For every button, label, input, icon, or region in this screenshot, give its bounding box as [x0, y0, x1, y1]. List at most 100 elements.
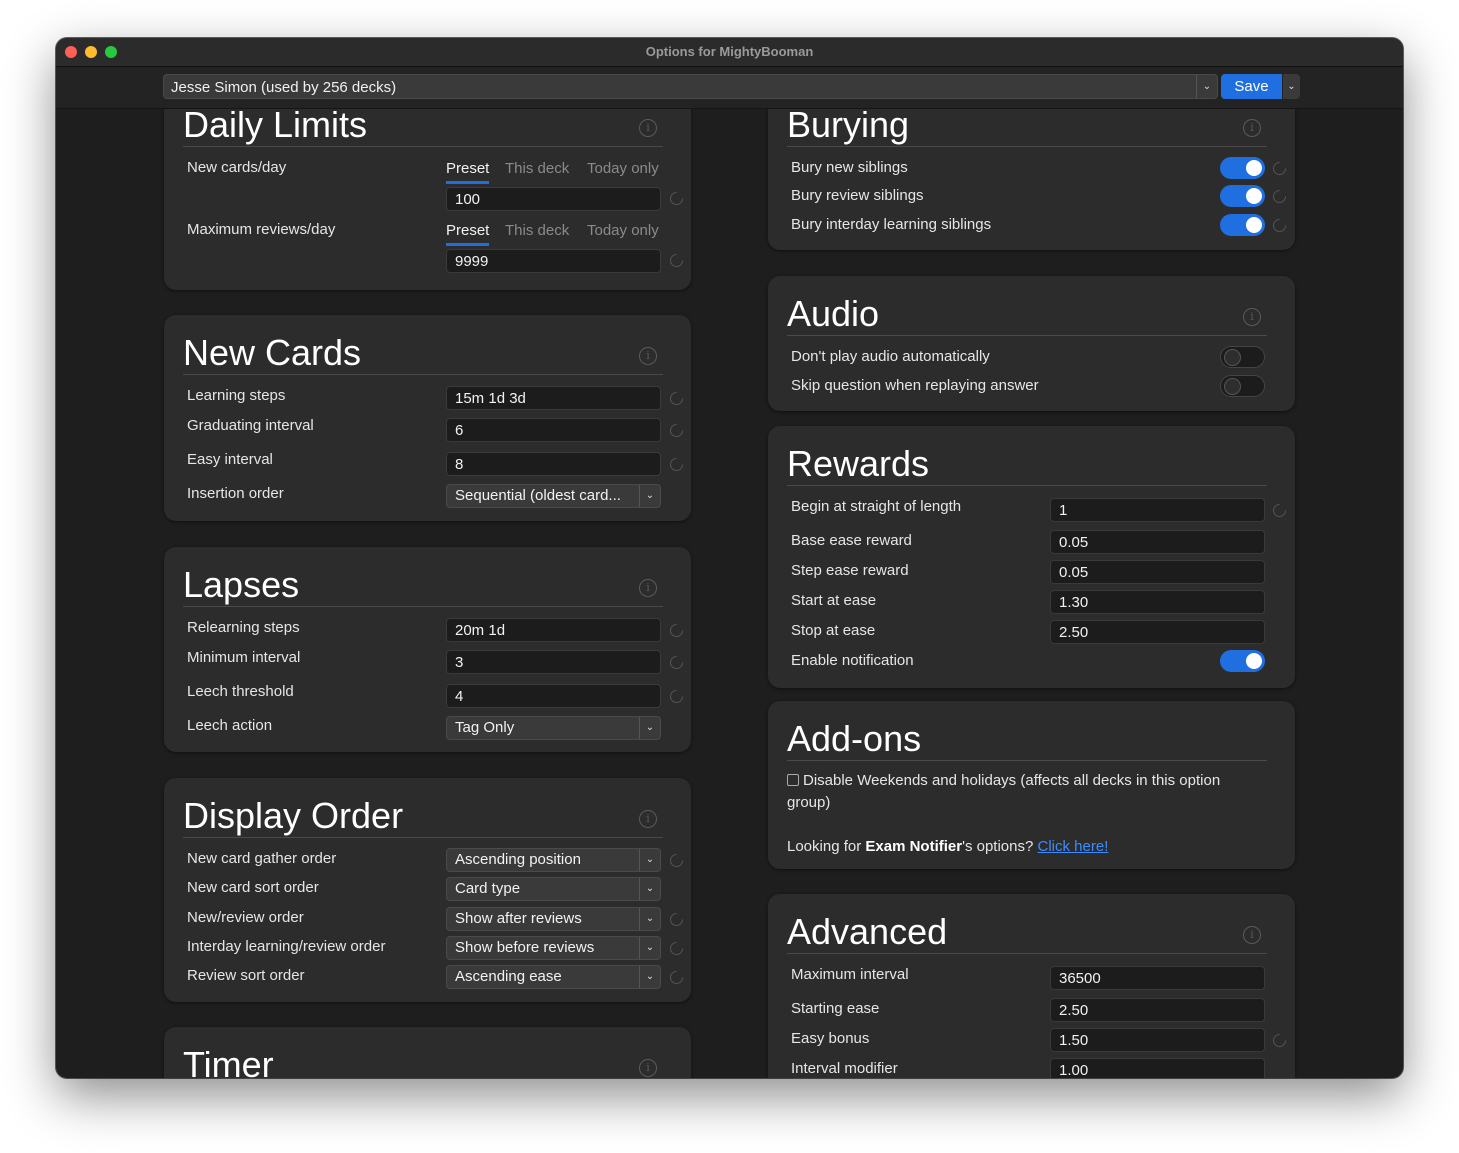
save-button[interactable]: Save [1221, 74, 1282, 99]
info-icon[interactable]: i [1243, 308, 1261, 326]
leech-action-select[interactable]: Tag Only ⌄ [446, 716, 661, 740]
graduating-interval-input[interactable]: 6 [446, 418, 661, 442]
leech-action-label: Leech action [187, 717, 273, 734]
lapses-section: Lapses i Relearning steps 20m 1d Minimum… [164, 547, 691, 752]
reset-icon[interactable] [667, 687, 686, 706]
reset-icon[interactable] [667, 189, 686, 208]
straight-length-input[interactable]: 1 [1050, 498, 1265, 522]
bury-interday-siblings-toggle[interactable] [1220, 214, 1265, 236]
new-review-order-select[interactable]: Show after reviews ⌄ [446, 907, 661, 931]
reset-icon[interactable] [667, 939, 686, 958]
preset-select-value: Jesse Simon (used by 256 decks) [171, 79, 397, 96]
max-reviews-day-label: Maximum reviews/day [187, 221, 336, 238]
reset-icon[interactable] [667, 653, 686, 672]
toggle-knob [1246, 217, 1262, 233]
options-content: Daily Limits i New cards/day Preset This… [56, 109, 1403, 1078]
easy-bonus-input[interactable]: 1.50 [1050, 1028, 1265, 1052]
chevron-down-icon: ⌄ [1287, 81, 1296, 92]
base-ease-reward-label: Base ease reward [791, 532, 912, 549]
learning-steps-input[interactable]: 15m 1d 3d [446, 386, 661, 410]
bury-new-siblings-toggle[interactable] [1220, 157, 1265, 179]
disable-weekends-checkbox[interactable] [787, 774, 799, 786]
step-ease-reward-input[interactable]: 0.05 [1050, 560, 1265, 584]
info-icon[interactable]: i [639, 1059, 657, 1077]
save-options-dropdown[interactable]: ⌄ [1283, 74, 1300, 99]
reset-icon[interactable] [1270, 501, 1289, 520]
gather-order-select[interactable]: Ascending position ⌄ [446, 848, 661, 872]
looking-for-text: Looking for [787, 838, 866, 855]
divider [787, 760, 1267, 761]
leech-threshold-input[interactable]: 4 [446, 684, 661, 708]
reset-icon[interactable] [667, 421, 686, 440]
interval-modifier-input[interactable]: 1.00 [1050, 1058, 1265, 1078]
tab-this-deck[interactable]: This deck [505, 160, 569, 177]
reset-icon[interactable] [1270, 187, 1289, 206]
bury-review-siblings-toggle[interactable] [1220, 185, 1265, 207]
section-title: Burying [787, 109, 910, 145]
reset-icon[interactable] [667, 389, 686, 408]
timer-section: Timer i [164, 1027, 691, 1078]
tab-today-only[interactable]: Today only [587, 160, 659, 177]
no-autoplay-toggle[interactable] [1220, 346, 1265, 368]
reset-icon[interactable] [1270, 1031, 1289, 1050]
info-icon[interactable]: i [639, 347, 657, 365]
reset-icon[interactable] [667, 455, 686, 474]
divider [787, 146, 1267, 147]
start-at-ease-input[interactable]: 1.30 [1050, 590, 1265, 614]
maximum-interval-input[interactable]: 36500 [1050, 966, 1265, 990]
enable-notification-toggle[interactable] [1220, 650, 1265, 672]
new-cards-day-input[interactable]: 100 [446, 187, 661, 211]
reset-icon[interactable] [1270, 216, 1289, 235]
stop-at-ease-label: Stop at ease [791, 622, 876, 639]
reset-icon[interactable] [667, 910, 686, 929]
insertion-order-value: Sequential (oldest card... [455, 487, 621, 504]
section-title: Audio [787, 293, 880, 334]
section-title: Daily Limits [183, 109, 368, 145]
info-icon[interactable]: i [1243, 926, 1261, 944]
gather-order-label: New card gather order [187, 850, 337, 867]
tab-preset[interactable]: Preset [446, 160, 490, 184]
review-sort-order-select[interactable]: Ascending ease ⌄ [446, 965, 661, 989]
preset-toolbar: Jesse Simon (used by 256 decks) ⌄ Save ⌄ [56, 67, 1403, 109]
chevron-down-icon: ⌄ [639, 908, 660, 930]
leech-threshold-label: Leech threshold [187, 683, 294, 700]
tab-this-deck[interactable]: This deck [505, 222, 569, 239]
max-reviews-day-input[interactable]: 9999 [446, 249, 661, 273]
disable-weekends-label-cont: group) [787, 794, 831, 811]
starting-ease-label: Starting ease [791, 1000, 880, 1017]
relearning-steps-input[interactable]: 20m 1d [446, 618, 661, 642]
reset-icon[interactable] [667, 621, 686, 640]
display-order-section: Display Order i New card gather order As… [164, 778, 691, 1002]
bury-interday-siblings-label: Bury interday learning siblings [791, 216, 992, 233]
reset-icon[interactable] [667, 851, 686, 870]
burying-section: Burying i Bury new siblings Bury review … [768, 109, 1295, 250]
info-icon[interactable]: i [639, 119, 657, 137]
easy-interval-input[interactable]: 8 [446, 452, 661, 476]
interday-order-label: Interday learning/review order [187, 938, 386, 955]
info-icon[interactable]: i [639, 810, 657, 828]
tab-today-only[interactable]: Today only [587, 222, 659, 239]
step-ease-reward-label: Step ease reward [791, 562, 909, 579]
reset-icon[interactable] [667, 968, 686, 987]
toggle-knob [1246, 188, 1262, 204]
info-icon[interactable]: i [1243, 119, 1261, 137]
minimum-interval-input[interactable]: 3 [446, 650, 661, 674]
base-ease-reward-input[interactable]: 0.05 [1050, 530, 1265, 554]
reset-icon[interactable] [667, 251, 686, 270]
reset-icon[interactable] [1270, 159, 1289, 178]
sort-order-select[interactable]: Card type ⌄ [446, 877, 661, 901]
chevron-down-icon: ⌄ [1196, 75, 1217, 98]
starting-ease-input[interactable]: 2.50 [1050, 998, 1265, 1022]
click-here-link[interactable]: Click here! [1038, 838, 1109, 855]
chevron-down-icon: ⌄ [639, 966, 660, 988]
preset-select[interactable]: Jesse Simon (used by 256 decks) ⌄ [163, 74, 1218, 99]
skip-question-toggle[interactable] [1220, 375, 1265, 397]
interday-order-select[interactable]: Show before reviews ⌄ [446, 936, 661, 960]
toggle-knob [1246, 160, 1262, 176]
stop-at-ease-input[interactable]: 2.50 [1050, 620, 1265, 644]
disable-weekends-option[interactable]: Disable Weekends and holidays (affects a… [787, 770, 1257, 814]
tab-preset[interactable]: Preset [446, 222, 490, 246]
divider [183, 606, 663, 607]
info-icon[interactable]: i [639, 579, 657, 597]
insertion-order-select[interactable]: Sequential (oldest card... ⌄ [446, 484, 661, 508]
